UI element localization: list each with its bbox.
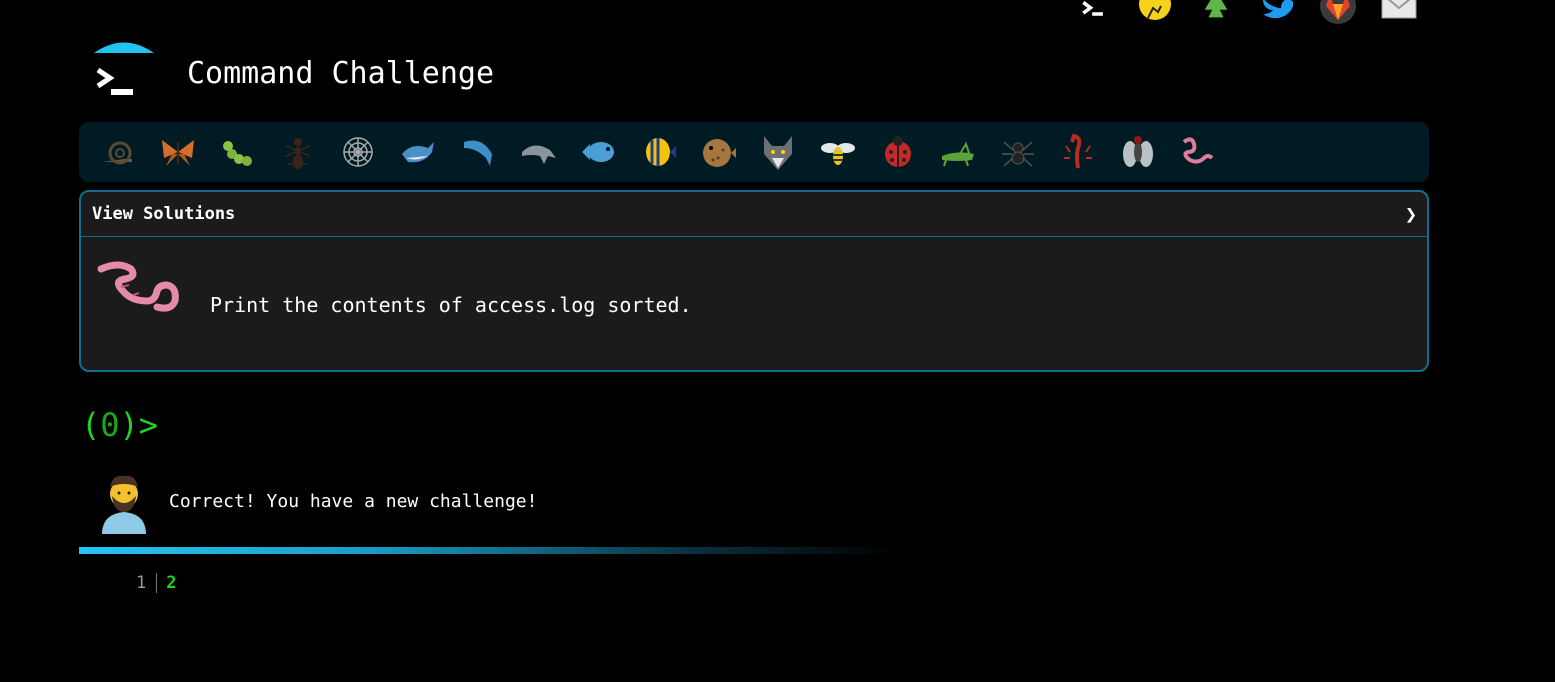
level-2-current[interactable]: 2 (166, 573, 176, 593)
ladybug-icon[interactable] (868, 129, 928, 175)
top-links (1076, 0, 1417, 24)
progress-bar (79, 547, 899, 554)
prompt-close: )> (119, 406, 159, 444)
tree-icon[interactable] (1198, 0, 1234, 24)
level-separator (156, 573, 158, 593)
prompt-number: 0 (100, 406, 120, 444)
challenge-body: Print the contents of access.log sorted. (81, 237, 1427, 370)
logo-icon[interactable] (93, 40, 155, 102)
twitter-icon[interactable] (1259, 0, 1295, 24)
user-avatar-icon (98, 472, 150, 534)
butterfly-icon[interactable] (148, 129, 208, 175)
level-1-link[interactable]: 1 (136, 573, 146, 593)
worm-icon (97, 261, 183, 317)
blowfish-icon[interactable] (688, 129, 748, 175)
dolphin-grey-icon[interactable] (508, 129, 568, 175)
whale-icon[interactable] (388, 129, 448, 175)
challenge-description: Print the contents of access.log sorted. (210, 293, 692, 317)
level-selector: 1 2 (136, 573, 177, 593)
ant-icon[interactable] (268, 129, 328, 175)
view-solutions-label: View Solutions (92, 204, 236, 224)
worm-icon[interactable] (1168, 129, 1228, 175)
chevron-right-icon[interactable]: ❯ (1405, 202, 1417, 226)
cricket-icon[interactable] (928, 129, 988, 175)
challenge-panel: View Solutions ❯ Print the contents of a… (79, 190, 1429, 372)
fly-icon[interactable] (1108, 129, 1168, 175)
bee-icon[interactable] (808, 129, 868, 175)
wolf-icon[interactable] (748, 129, 808, 175)
terminal-icon[interactable] (1076, 0, 1112, 24)
gitlab-icon[interactable] (1320, 0, 1356, 24)
scorpion-icon[interactable] (1048, 129, 1108, 175)
spider-icon[interactable] (988, 129, 1048, 175)
hand-bulb-icon[interactable] (1137, 0, 1173, 24)
page-title: Command Challenge (187, 56, 495, 91)
animal-levels (79, 122, 1429, 182)
feedback-message: Correct! You have a new challenge! (169, 491, 538, 512)
view-solutions-toggle[interactable]: View Solutions ❯ (81, 192, 1427, 237)
spider-web-icon[interactable] (328, 129, 388, 175)
snail-icon[interactable] (88, 129, 148, 175)
terminal-prompt[interactable]: (0)> (81, 406, 158, 444)
tropical-fish-icon[interactable] (628, 129, 688, 175)
fish-icon[interactable] (568, 129, 628, 175)
caterpillar-icon[interactable] (208, 129, 268, 175)
mail-icon[interactable] (1381, 0, 1417, 24)
dolphin-blue-icon[interactable] (448, 129, 508, 175)
prompt-open: ( (81, 406, 101, 444)
